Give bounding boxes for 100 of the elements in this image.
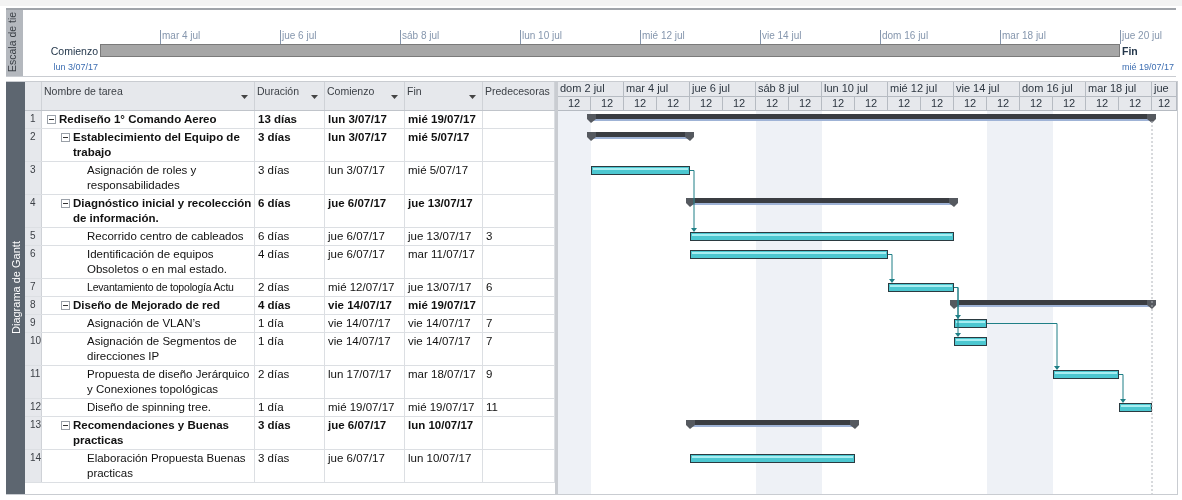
duration-cell: 3 días (255, 129, 325, 161)
finish-cell: jue 13/07/17 (405, 195, 483, 227)
finish-cell: mié 5/07/17 (405, 129, 483, 161)
column-header[interactable]: Duración (255, 82, 325, 110)
duration-cell: 2 días (255, 279, 325, 296)
predecessors-cell: 7 (483, 333, 555, 365)
column-header[interactable]: Fin (405, 82, 483, 110)
dependency-arrow (887, 254, 895, 284)
timescale-label: vie 14 jul (954, 82, 1020, 96)
finish-cell: mar 18/07/17 (405, 366, 483, 398)
task-bar[interactable] (591, 166, 690, 176)
timeline-label: Escala de tie (6, 10, 23, 76)
finish-cell: mié 19/07/17 (405, 111, 483, 128)
summary-bar[interactable] (950, 300, 1156, 310)
row-number: 1 (25, 111, 42, 128)
timescale-label: 12 (591, 96, 624, 111)
column-header[interactable]: Predecesoras (483, 82, 555, 110)
timescale-label: 12 (1119, 96, 1152, 111)
timescale-label: 12 (1086, 96, 1119, 111)
task-bar[interactable] (690, 232, 954, 242)
summary-bar[interactable] (587, 114, 1156, 124)
collapse-toggle[interactable] (61, 421, 70, 430)
row-number: 12 (25, 399, 42, 416)
summary-bar[interactable] (587, 132, 694, 142)
dropdown-icon[interactable] (391, 95, 398, 99)
start-cell: lun 17/07/17 (325, 366, 405, 398)
dependency-arrow (1118, 374, 1126, 404)
finish-cell: vie 14/07/17 (405, 315, 483, 332)
finish-cell: mié 5/07/17 (405, 162, 483, 194)
task-bar[interactable] (954, 319, 987, 329)
task-bar[interactable] (690, 250, 888, 260)
row-number: 9 (25, 315, 42, 332)
dropdown-icon[interactable] (241, 95, 248, 99)
task-name: Recomendaciones y Buenas practicas (73, 418, 230, 448)
finish-cell: jue 13/07/17 (405, 228, 483, 245)
duration-cell: 1 día (255, 399, 325, 416)
start-cell: vie 14/07/17 (325, 315, 405, 332)
duration-cell: 6 días (255, 195, 325, 227)
timescale-label: 12 (789, 96, 822, 111)
task-name: Elaboración Propuesta Buenas practicas (87, 451, 247, 481)
task-bar[interactable] (888, 283, 954, 293)
task-name: Asignación de roles y responsabilidades (87, 163, 198, 193)
task-bar[interactable] (1053, 370, 1119, 380)
timescale-label: 12 (756, 96, 789, 111)
start-cell: jue 6/07/17 (325, 246, 405, 278)
task-bar[interactable] (954, 337, 987, 347)
duration-cell: 13 días (255, 111, 325, 128)
column-header[interactable]: Comienzo (325, 82, 405, 110)
dropdown-icon[interactable] (311, 95, 318, 99)
timescale-label: sáb 8 jul (756, 82, 822, 96)
collapse-toggle[interactable] (61, 133, 70, 142)
finish-cell: vie 14/07/17 (405, 333, 483, 365)
row-number: 8 (25, 297, 42, 314)
predecessors-cell: 3 (483, 228, 555, 245)
start-cell: mié 19/07/17 (325, 399, 405, 416)
predecessors-cell: 11 (483, 399, 555, 416)
duration-cell: 6 días (255, 228, 325, 245)
task-name: Diseño de Mejorado de red (73, 298, 220, 313)
finish-cell: jue 13/07/17 (405, 279, 483, 296)
timescale-label: jue 6 jul (690, 82, 756, 96)
row-number: 11 (25, 366, 42, 398)
finish-cell: lun 10/07/17 (405, 450, 483, 482)
row-number: 6 (25, 246, 42, 278)
timescale-label: 12 (1020, 96, 1053, 111)
finish-cell: mié 19/07/17 (405, 297, 483, 314)
predecessors-cell: 6 (483, 279, 555, 296)
task-name: Asignación de Segmentos de direcciones IP (87, 334, 238, 364)
collapse-toggle[interactable] (61, 199, 70, 208)
timescale-label: 12 (888, 96, 921, 111)
row-number: 10 (25, 333, 42, 365)
timescale-label: lun 10 jul (822, 82, 888, 96)
start-date: lun 3/07/17 (53, 61, 98, 74)
finish-date: mié 19/07/17 (1122, 61, 1175, 74)
task-bar[interactable] (1119, 403, 1152, 413)
task-bar[interactable] (690, 454, 855, 464)
duration-cell: 1 día (255, 315, 325, 332)
start-cell: lun 3/07/17 (325, 162, 405, 194)
task-name: Establecimiento del Equipo de trabajo (73, 130, 241, 160)
duration-cell: 4 días (255, 246, 325, 278)
predecessors-cell: 7 (483, 315, 555, 332)
task-name: Diseño de spinning tree. (87, 400, 212, 415)
duration-cell: 2 días (255, 366, 325, 398)
timescale-label: 12 (624, 96, 657, 111)
timescale-label: 12 (987, 96, 1020, 111)
timescale-label: 12 (723, 96, 756, 111)
row-number: 2 (25, 129, 42, 161)
task-name: Rediseño 1° Comando Aereo (59, 112, 217, 127)
column-header[interactable]: Nombre de tarea (42, 82, 255, 110)
summary-bar[interactable] (686, 420, 859, 430)
duration-cell: 3 días (255, 417, 325, 449)
dropdown-icon[interactable] (469, 95, 476, 99)
row-number: 5 (25, 228, 42, 245)
task-name: Levantamiento de topología Actu (87, 280, 234, 295)
start-cell: jue 6/07/17 (325, 417, 405, 449)
summary-bar[interactable] (686, 198, 958, 208)
collapse-toggle[interactable] (47, 115, 56, 124)
collapse-toggle[interactable] (61, 301, 70, 310)
start-cell: mié 12/07/17 (325, 279, 405, 296)
start-cell: lun 3/07/17 (325, 111, 405, 128)
row-number: 3 (25, 162, 42, 194)
